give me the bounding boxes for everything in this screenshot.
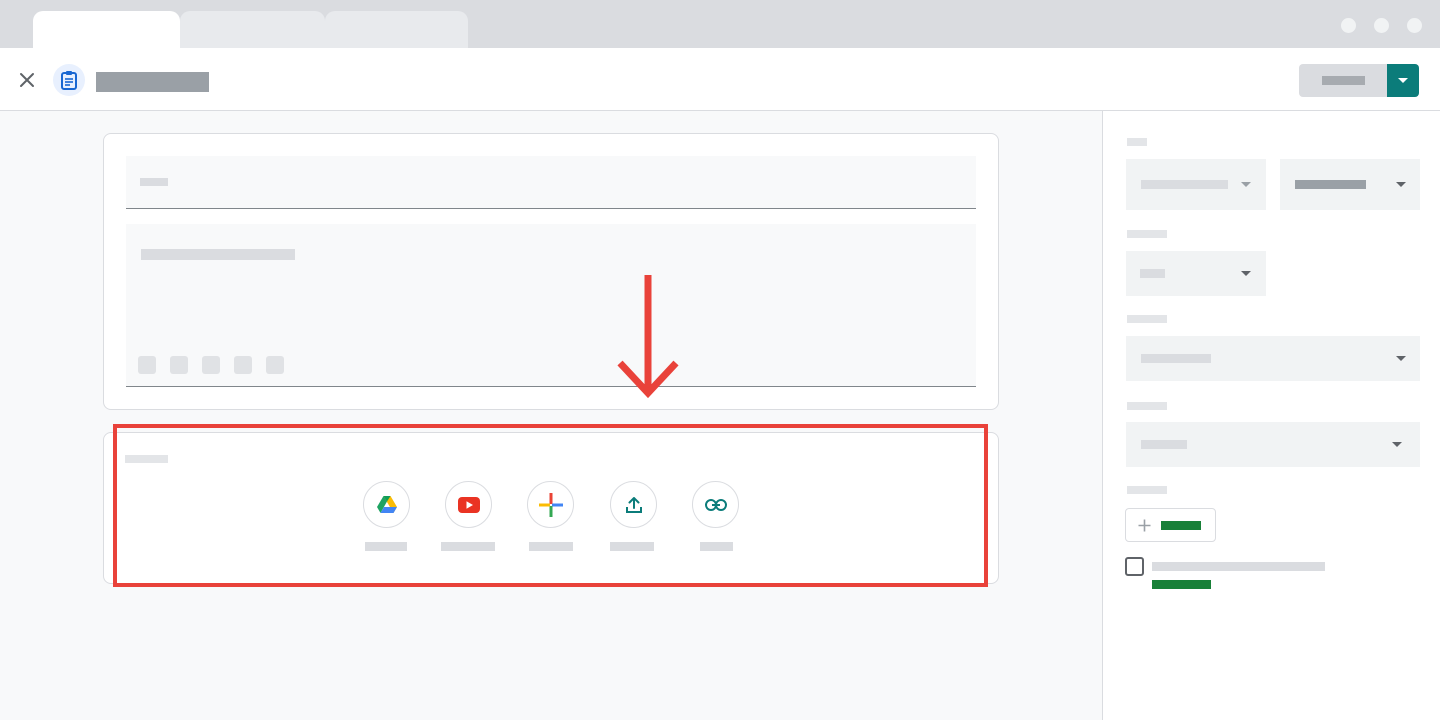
learn-more-link[interactable] (1152, 580, 1211, 589)
clear-formatting-icon[interactable] (266, 356, 284, 374)
minimize-icon[interactable] (1341, 18, 1356, 33)
close-icon[interactable] (14, 67, 40, 93)
add-rubric-button[interactable] (1125, 508, 1216, 542)
section-label-topic (1127, 402, 1167, 410)
topic-dropdown[interactable] (1126, 422, 1420, 467)
assign-menu-button[interactable] (1387, 64, 1419, 97)
points-dropdown[interactable] (1126, 251, 1266, 296)
attach-highlight-box (113, 424, 988, 587)
page (0, 0, 1440, 720)
page-title (96, 72, 209, 92)
close-window-icon[interactable] (1407, 18, 1422, 33)
section-label-for (1127, 138, 1147, 146)
browser-tab[interactable] (325, 11, 468, 48)
chevron-down-icon (1241, 182, 1251, 187)
title-input[interactable] (126, 156, 976, 209)
chevron-down-icon (1241, 271, 1251, 276)
bold-icon[interactable] (138, 356, 156, 374)
due-date-dropdown[interactable] (1126, 336, 1420, 381)
browser-tab-active[interactable] (33, 11, 180, 48)
students-dropdown[interactable] (1280, 159, 1420, 210)
assign-button[interactable] (1299, 64, 1387, 97)
points-dropdown-value (1140, 269, 1165, 278)
originality-label (1152, 562, 1325, 571)
chevron-down-icon (1392, 442, 1402, 447)
topic-dropdown-value (1141, 440, 1187, 449)
section-label-due (1127, 315, 1167, 323)
add-rubric-label (1161, 521, 1201, 530)
instructions-placeholder (141, 249, 295, 260)
originality-checkbox[interactable] (1125, 557, 1144, 576)
underline-icon[interactable] (202, 356, 220, 374)
students-dropdown-value (1295, 180, 1366, 189)
app-header (0, 48, 1440, 111)
maximize-icon[interactable] (1374, 18, 1389, 33)
assign-button-group (1299, 64, 1419, 97)
settings-panel (1102, 111, 1440, 720)
browser-chrome (0, 0, 1440, 48)
bulleted-list-icon[interactable] (234, 356, 252, 374)
italic-icon[interactable] (170, 356, 188, 374)
section-label-rubric (1127, 486, 1167, 494)
down-arrow-icon (617, 275, 679, 399)
chevron-down-icon (1396, 356, 1406, 361)
chevron-down-icon (1398, 78, 1408, 83)
title-placeholder (140, 178, 168, 186)
details-card (103, 133, 999, 410)
instructions-input[interactable] (126, 224, 976, 387)
assign-button-label (1321, 76, 1365, 85)
browser-tab[interactable] (180, 11, 325, 48)
assignment-icon (53, 64, 85, 96)
due-date-dropdown-value (1141, 354, 1211, 363)
class-dropdown[interactable] (1126, 159, 1266, 210)
section-label-points (1127, 230, 1167, 238)
chevron-down-icon (1396, 182, 1406, 187)
class-dropdown-value (1141, 180, 1228, 189)
plus-icon (1138, 519, 1151, 532)
main-content (0, 111, 1102, 720)
